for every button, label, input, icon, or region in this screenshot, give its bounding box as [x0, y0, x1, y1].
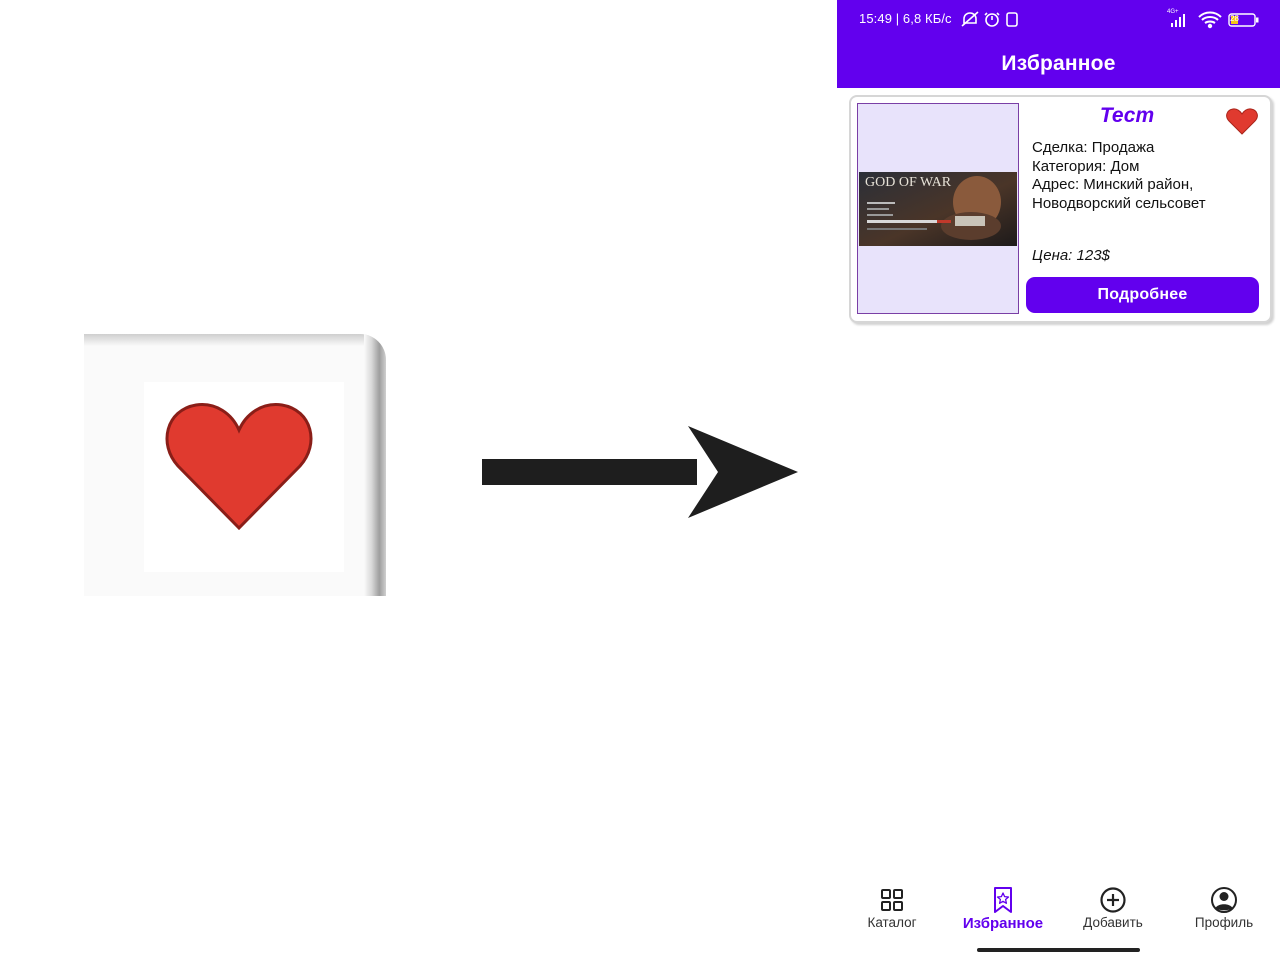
status-icons-right — [1171, 11, 1259, 29]
wifi-icon — [1198, 11, 1222, 29]
status-icons-left — [961, 11, 1018, 27]
heart-icon[interactable] — [1226, 107, 1258, 135]
nav-label-catalog: Каталог — [867, 915, 917, 930]
alarm-icon — [984, 12, 1000, 27]
game-cover-caption: GOD OF WAR — [865, 175, 952, 190]
battery-level: 28 — [1230, 14, 1239, 23]
app-bar: Избранное — [837, 40, 1280, 88]
nav-item-profile[interactable]: Профиль — [1174, 886, 1274, 930]
phone-screen: 15:49 | 6,8 КБ/с 4G+ 28 Избранное GOD OF… — [837, 0, 1280, 960]
card-shadow-top — [84, 334, 386, 346]
zoomed-card-corner — [84, 334, 386, 596]
card-shadow-right — [364, 334, 386, 596]
listing-title: Тест — [1099, 104, 1155, 127]
game-cover-thumbnail: GOD OF WAR — [859, 172, 1017, 246]
grid-icon — [881, 889, 903, 911]
nav-item-add[interactable]: Добавить — [1063, 886, 1163, 930]
account-circle-icon — [1211, 887, 1237, 913]
nav-label-favorites: Избранное — [962, 915, 1044, 932]
details-button[interactable]: Подробнее — [1026, 277, 1259, 313]
status-time-speed: 15:49 | 6,8 КБ/с — [859, 11, 952, 26]
nav-label-add: Добавить — [1083, 915, 1143, 930]
page-title: Избранное — [1001, 52, 1116, 75]
status-bar: 15:49 | 6,8 КБ/с 4G+ 28 — [837, 0, 1280, 40]
bottom-navigation: Каталог Избранное Добавить Профиль — [837, 876, 1280, 942]
home-indicator[interactable] — [977, 948, 1140, 952]
nav-label-profile: Профиль — [1194, 915, 1254, 930]
bookmark-star-icon — [994, 887, 1012, 913]
listing-image[interactable]: GOD OF WAR — [857, 103, 1019, 314]
listing-address: Адрес: Минский район, — [1032, 176, 1194, 193]
add-circle-icon — [1100, 887, 1126, 913]
listing-deal: Сделка: Продажа — [1032, 139, 1155, 156]
screen-icon — [1006, 12, 1018, 27]
listing-price: Цена: 123$ — [1032, 247, 1110, 264]
nav-item-catalog[interactable]: Каталог — [842, 886, 942, 930]
mute-notifications-icon — [961, 11, 979, 27]
listing-info: Сделка: Продажа Категория: Дом Адрес: Ми… — [1032, 139, 1264, 213]
nav-item-favorites[interactable]: Избранное — [953, 886, 1053, 932]
signal-icon — [1171, 14, 1185, 27]
arrow-right-icon — [482, 426, 798, 518]
listing-category: Категория: Дом — [1032, 157, 1140, 175]
listing-address-line2: Новодворский сельсовет — [1032, 194, 1206, 212]
heart-icon — [165, 403, 313, 531]
favorite-listing-card[interactable]: GOD OF WAR Тест Сделка: Продажа Категори… — [849, 95, 1272, 323]
